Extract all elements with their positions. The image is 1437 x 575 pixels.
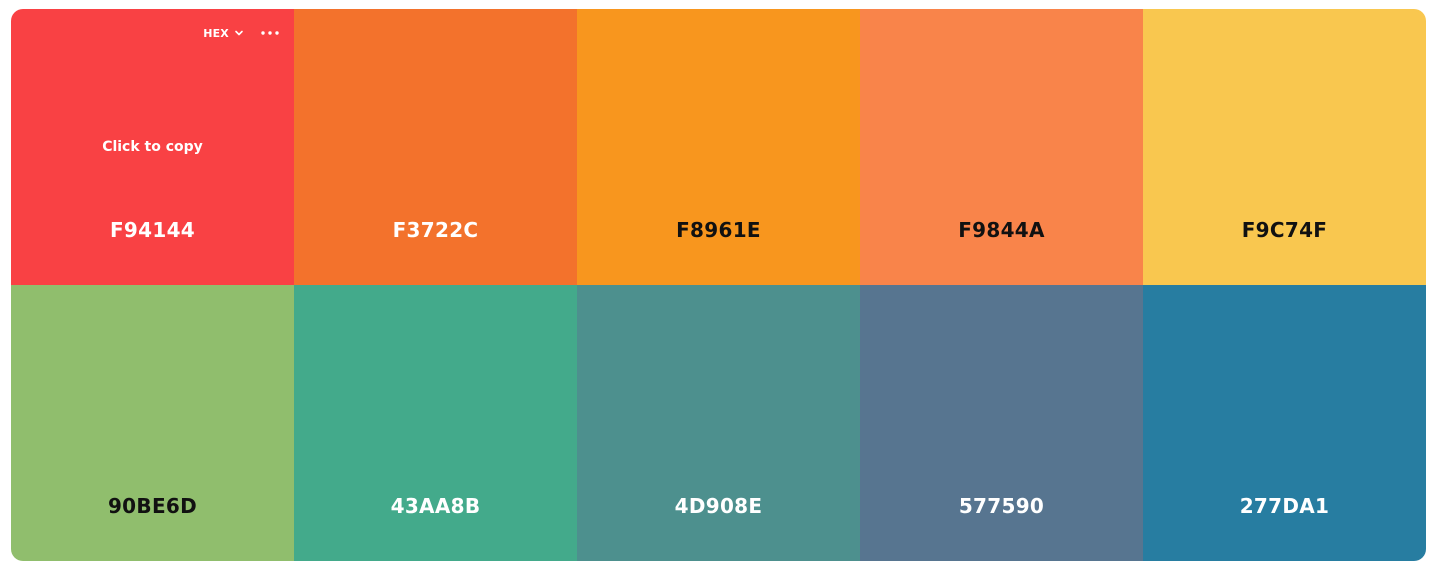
- swatch[interactable]: 90BE6D: [11, 285, 294, 561]
- hex-code-label: F8961E: [676, 218, 761, 242]
- hex-code-label: 277DA1: [1239, 494, 1330, 518]
- swatch[interactable]: F3722C: [294, 9, 577, 285]
- swatch[interactable]: 43AA8B: [294, 285, 577, 561]
- swatch[interactable]: F8961E: [577, 9, 860, 285]
- format-label: HEX: [203, 26, 229, 40]
- hex-code-label: F9C74F: [1241, 218, 1328, 242]
- hex-code-label: 90BE6D: [107, 494, 198, 518]
- more-horizontal-icon[interactable]: [260, 26, 280, 40]
- hex-code-label: 577590: [958, 494, 1045, 518]
- swatch[interactable]: HEX Click to copy F94144: [11, 9, 294, 285]
- hex-code-label: 43AA8B: [390, 494, 481, 518]
- hex-code-label: F94144: [109, 218, 196, 242]
- format-dropdown[interactable]: HEX: [203, 27, 244, 40]
- swatch[interactable]: 277DA1: [1143, 285, 1426, 561]
- click-to-copy-hint: Click to copy: [102, 139, 203, 155]
- hex-code-label: F9844A: [958, 218, 1045, 242]
- swatch[interactable]: 577590: [860, 285, 1143, 561]
- swatch[interactable]: F9844A: [860, 9, 1143, 285]
- chevron-down-icon: [235, 30, 243, 36]
- hex-code-label: F3722C: [392, 218, 479, 242]
- hex-code-label: 4D908E: [674, 494, 763, 518]
- swatch[interactable]: F9C74F: [1143, 9, 1426, 285]
- swatch-toolbar: HEX: [203, 26, 280, 40]
- color-palette: HEX Click to copy F94144 F3722C F8961E F…: [11, 9, 1426, 561]
- swatch[interactable]: 4D908E: [577, 285, 860, 561]
